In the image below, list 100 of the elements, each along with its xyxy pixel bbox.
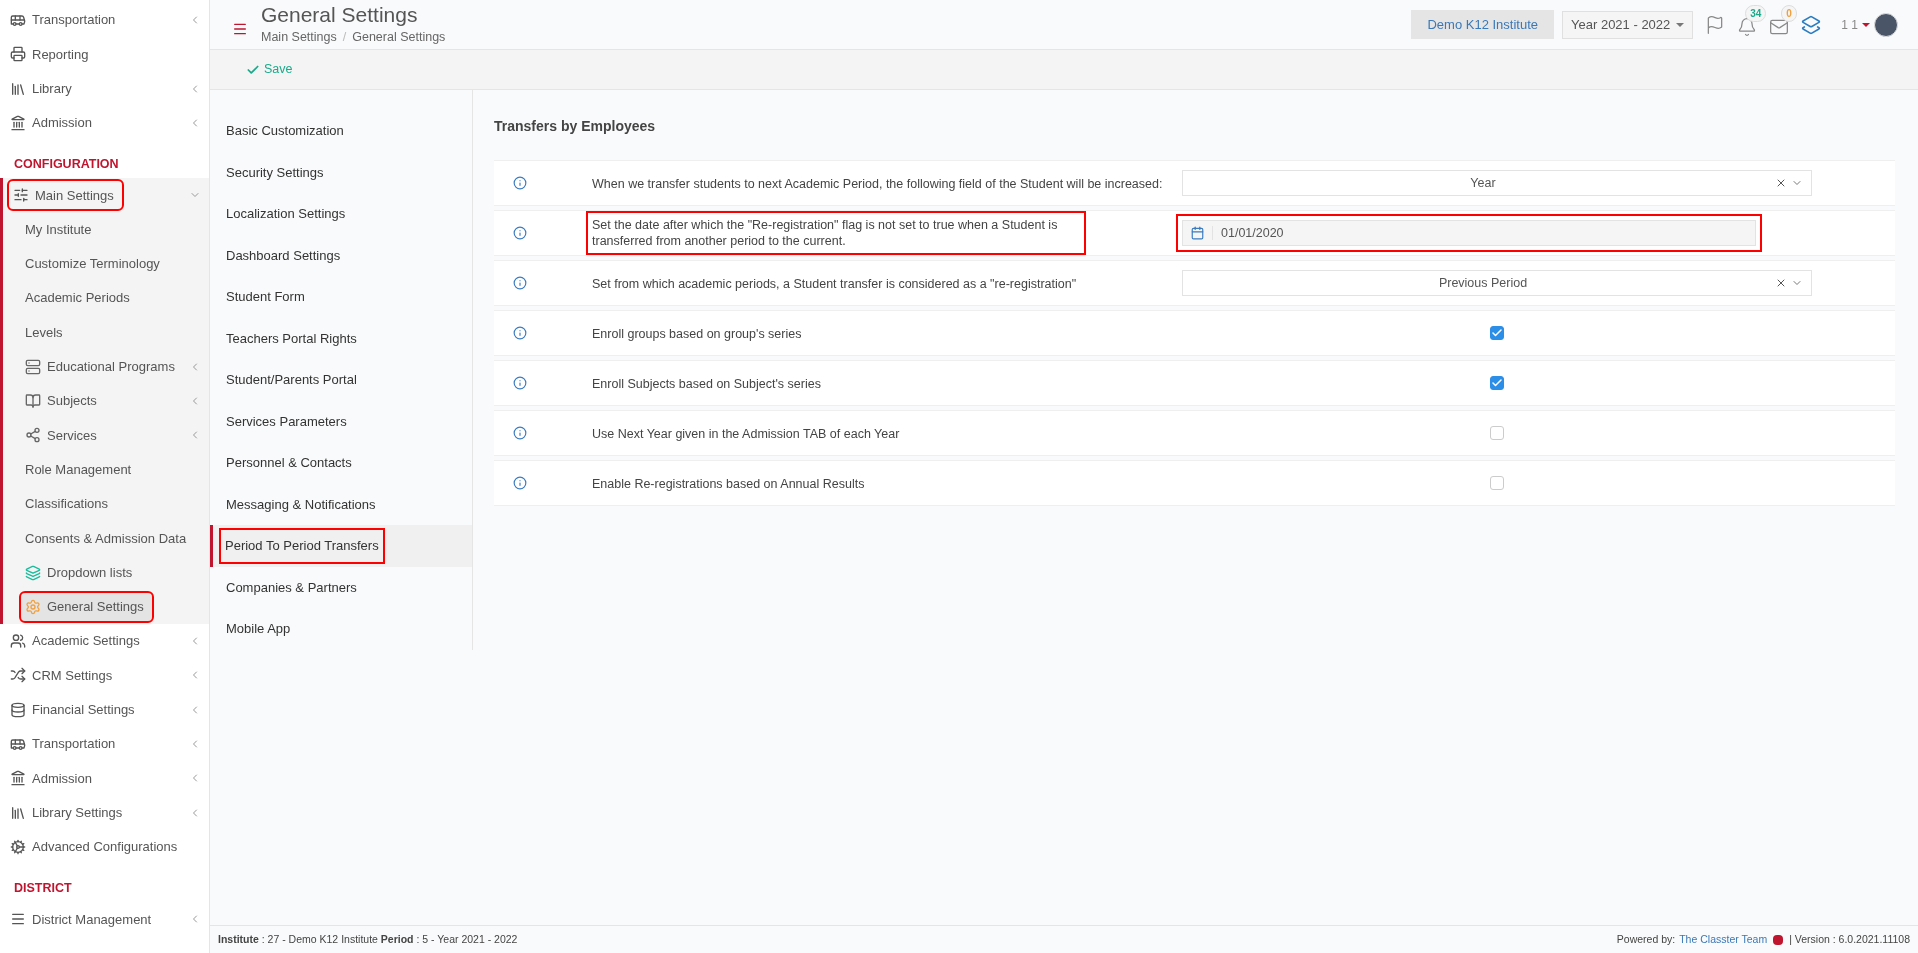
select-field[interactable]: Year xyxy=(1182,170,1812,196)
section-heading: CONFIGURATION xyxy=(13,156,120,174)
shuffle-icon xyxy=(10,667,26,684)
team-link[interactable]: The Classter Team xyxy=(1679,931,1768,948)
settings-tab[interactable]: Period To Period Transfers xyxy=(210,525,472,567)
settings-tab[interactable]: Security Settings xyxy=(210,151,472,193)
bank-icon xyxy=(10,770,26,787)
sidebar-item[interactable]: Transportation xyxy=(6,6,124,35)
setting-label: When we transfer students to next Academic Period, the following field of the Student will be increased: xyxy=(592,176,1163,192)
select-field[interactable]: Previous Period xyxy=(1182,270,1812,296)
settings-tab[interactable]: Student Form xyxy=(210,276,472,318)
setting-label: Enable Re-registrations based on Annual Results xyxy=(592,476,865,492)
date-field[interactable]: 01/01/2020 xyxy=(1182,220,1756,246)
breadcrumb-link[interactable]: General Settings xyxy=(352,28,446,47)
sliders-icon xyxy=(13,187,29,204)
year-dropdown[interactable]: Year 2021 - 2022 xyxy=(1562,10,1694,39)
section-title: Transfers by Employees xyxy=(494,117,657,136)
checkbox[interactable] xyxy=(1490,376,1504,390)
settings-tab[interactable]: Teachers Portal Rights xyxy=(210,317,472,359)
sidebar-item[interactable]: Educational Programs xyxy=(21,352,183,381)
sidebar-item[interactable]: District Management xyxy=(6,905,160,934)
sidebar-item[interactable]: CRM Settings xyxy=(6,661,121,690)
info-icon[interactable] xyxy=(513,276,527,290)
setting-label: Enroll Subjects based on Subject's series xyxy=(592,376,821,392)
settings-tab[interactable]: Basic Customization xyxy=(210,110,472,152)
clear-icon[interactable] xyxy=(1775,177,1787,189)
sidebar-item[interactable]: Academic Periods xyxy=(21,284,138,313)
settings-tab[interactable]: Localization Settings xyxy=(210,193,472,235)
settings-tab[interactable]: Companies & Partners xyxy=(210,566,472,608)
setting-label: Set from which academic periods, a Student transfer is considered as a "re-registration" xyxy=(592,276,1077,292)
settings-tab[interactable]: Dashboard Settings xyxy=(210,234,472,276)
sidebar-item[interactable]: Main Settings xyxy=(9,181,122,210)
gears-icon xyxy=(10,838,26,855)
sidebar-item[interactable]: Classifications xyxy=(21,490,117,518)
settings-tab[interactable]: Mobile App xyxy=(210,608,472,650)
layers-icon[interactable] xyxy=(1801,14,1822,35)
info-icon[interactable] xyxy=(513,376,527,390)
people-icon xyxy=(10,633,26,650)
powered-by-text: Powered by: xyxy=(1616,931,1676,947)
settings-tab[interactable]: Services Parameters xyxy=(210,400,472,442)
bus-icon xyxy=(10,736,26,753)
clear-icon[interactable] xyxy=(1775,277,1787,289)
check-icon xyxy=(1491,377,1503,389)
checkbox[interactable] xyxy=(1490,326,1504,340)
sidebar-item[interactable]: Services xyxy=(21,421,105,450)
caret-icon xyxy=(1676,22,1685,27)
layers-icon xyxy=(25,564,41,581)
sidebar-item[interactable]: Admission xyxy=(6,109,100,138)
institute-button[interactable]: Demo K12 Institute xyxy=(1411,10,1555,39)
checkbox[interactable] xyxy=(1490,476,1504,490)
server-icon xyxy=(25,358,41,375)
sidebar-item[interactable]: Advanced Configurations xyxy=(6,832,186,861)
check-icon xyxy=(1491,327,1503,339)
info-icon[interactable] xyxy=(513,476,527,490)
sidebar-item[interactable]: Dropdown lists xyxy=(21,558,141,587)
setting-label: Use Next Year given in the Admission TAB of each Year xyxy=(592,426,900,442)
settings-tab[interactable]: Student/Parents Portal xyxy=(210,359,472,401)
sidebar-item[interactable]: Customize Terminology xyxy=(21,249,168,278)
books-icon xyxy=(10,804,26,821)
books-icon xyxy=(10,80,26,97)
info-icon[interactable] xyxy=(513,176,527,190)
sidebar-item[interactable]: Transportation xyxy=(6,730,124,759)
bus-icon xyxy=(10,12,26,29)
notification-count: 34 xyxy=(1745,4,1767,22)
section-heading: DISTRICT xyxy=(13,880,73,898)
info-icon[interactable] xyxy=(513,226,527,240)
setting-label: Enroll groups based on group's series xyxy=(592,326,802,342)
sidebar-item[interactable]: Financial Settings xyxy=(6,695,143,724)
avatar[interactable] xyxy=(1874,12,1898,37)
gear-icon xyxy=(25,598,41,615)
settings-tab[interactable]: Personnel & Contacts xyxy=(210,442,472,484)
sidebar-item[interactable]: Academic Settings xyxy=(6,627,148,656)
nodes-icon xyxy=(25,427,41,444)
book-icon xyxy=(25,393,41,410)
footer-info: Institute : 27 - Demo K12 Institute Period : 5 - Year 2021 - 2022 xyxy=(218,931,518,947)
caret-icon xyxy=(1862,22,1870,27)
sidebar-item[interactable]: General Settings xyxy=(21,592,152,621)
settings-tab[interactable]: Messaging & Notifications xyxy=(210,483,472,525)
sidebar-item[interactable]: Consents & Admission Data xyxy=(21,524,195,553)
info-icon[interactable] xyxy=(513,326,527,340)
breadcrumb-link[interactable]: Main Settings xyxy=(261,28,337,47)
sidebar-item[interactable]: Subjects xyxy=(21,387,105,416)
version-text: | Version : 6.0.2021.11108 xyxy=(1789,931,1910,947)
info-icon[interactable] xyxy=(513,426,527,440)
message-count: 0 xyxy=(1781,4,1797,22)
printer-icon xyxy=(10,46,26,63)
sidebar-item[interactable]: Role Management xyxy=(21,455,140,484)
page-title: General Settings xyxy=(261,2,419,29)
sidebar-item[interactable]: Library xyxy=(6,74,80,103)
sidebar-item[interactable]: Levels xyxy=(21,318,71,347)
checkbox[interactable] xyxy=(1490,426,1504,440)
bank-icon xyxy=(10,115,26,132)
breadcrumb-separator: / xyxy=(342,29,347,47)
sidebar-item[interactable]: Library Settings xyxy=(6,798,131,827)
setting-label: Set the date after which the "Re-registration" flag is not set to true when a Student is transferred from another period to the current. xyxy=(586,211,1086,255)
bell-icon[interactable] xyxy=(1737,16,1758,37)
logo-icon xyxy=(1773,934,1784,945)
sidebar-item[interactable]: Reporting xyxy=(6,40,97,69)
sidebar-item[interactable]: Admission xyxy=(6,764,100,793)
sidebar-item[interactable]: My Institute xyxy=(21,215,100,244)
